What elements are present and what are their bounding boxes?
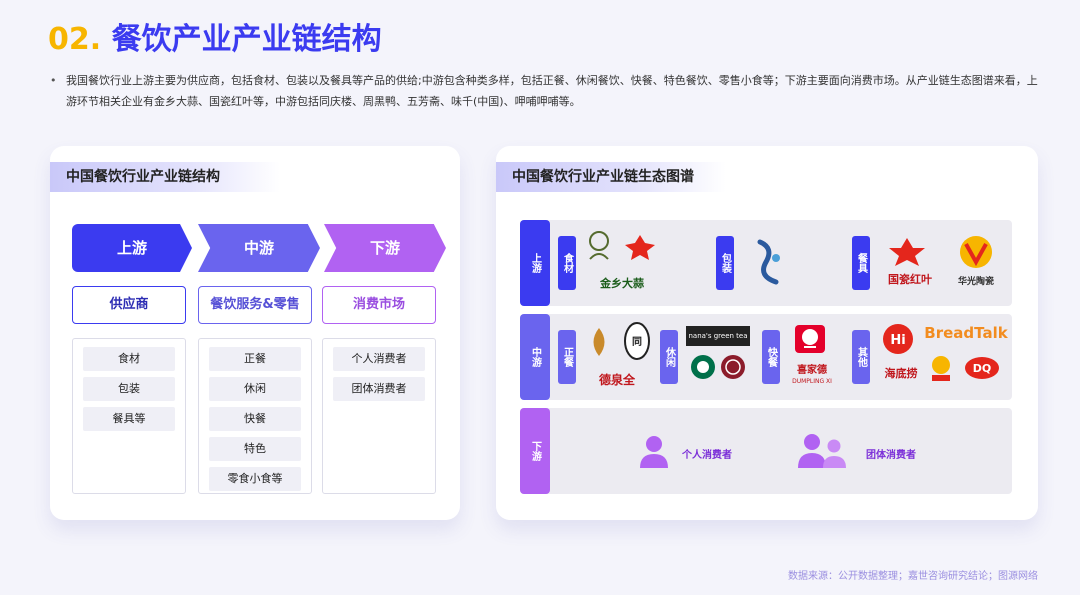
dadonghe-logo <box>582 322 616 362</box>
upstream-tag: 上游 <box>520 220 550 306</box>
costa-logo <box>720 354 746 380</box>
data-source: 数据来源：公开数据整理；嘉世咨询研究结论；图源网络 <box>788 571 1038 582</box>
midstream-row: 中游 正餐 同 德泉全 休闲 nana's green tea 快餐 喜家德 D… <box>520 314 1012 400</box>
xijiade-logo: 喜家德 <box>797 364 827 376</box>
category-consumer-market: 消费市场 <box>322 286 436 324</box>
deyangquan-logo: 德泉全 <box>598 372 635 387</box>
starbucks-logo <box>690 354 716 380</box>
individual-consumer-icon <box>640 436 668 468</box>
haidilao-icon: Hi <box>883 324 913 354</box>
list-item: 包装 <box>83 377 175 401</box>
wufangzhai-icon: 同 <box>624 322 650 360</box>
svg-text:Hi: Hi <box>890 333 905 348</box>
list-item: 个人消费者 <box>333 347 425 371</box>
starbucks-icon <box>691 355 715 379</box>
huaguang-icon <box>960 236 992 268</box>
guoci-leaf-icon <box>889 238 925 266</box>
individual-consumer-label: 个人消费者 <box>682 450 732 461</box>
list-item: 休闲 <box>209 377 301 401</box>
ecosystem-card: 中国餐饮行业产业链生态图谱 上游 食材 金乡大蒜 包装 餐具 国瓷红叶 华光陶瓷… <box>496 146 1038 520</box>
stage-midstream: 中游 <box>198 224 320 272</box>
nanas-logo: nana's green tea <box>686 326 750 346</box>
meishan-logo-icon <box>589 231 609 260</box>
ecosystem-title: 中国餐饮行业产业链生态图谱 <box>496 162 726 192</box>
group-consumer-label: 团体消费者 <box>866 450 916 461</box>
svg-text:同: 同 <box>632 336 642 348</box>
dadonghe-icon <box>593 328 605 356</box>
dq-icon: DQ <box>965 357 999 379</box>
kfc-logo <box>790 322 830 356</box>
midstream-tag: 中游 <box>520 314 550 400</box>
list-item: 餐具等 <box>83 407 175 431</box>
food-service-list: 正餐 休闲 快餐 特色 零食小食等 <box>198 338 312 494</box>
list-item: 快餐 <box>209 407 301 431</box>
guoci-logo-text: 国瓷红叶 <box>888 273 932 286</box>
breadtalk-logo: BreadTalk <box>924 324 1008 342</box>
xijiade-logo-en: DUMPLING XI <box>792 377 832 385</box>
title-text: 餐饮产业产业链结构 <box>111 22 382 57</box>
group-formal-dining: 正餐 <box>558 330 576 384</box>
yangguo-logo <box>924 352 958 384</box>
huaguang-logo-mark <box>954 232 998 272</box>
wufangzhai-logo: 同 <box>620 320 654 364</box>
yangguo-icon <box>932 356 950 381</box>
list-item: 团体消费者 <box>333 377 425 401</box>
industry-chain-title: 中国餐饮行业产业链结构 <box>50 162 280 192</box>
title-number: 02. <box>48 22 102 57</box>
supplier-list: 食材 包装 餐具等 <box>72 338 186 494</box>
meishan-logo <box>582 228 616 266</box>
huaguang-logo-text: 华光陶瓷 <box>957 276 994 287</box>
stage-downstream: 下游 <box>324 224 446 272</box>
industry-chain-card: 中国餐饮行业产业链结构 上游 中游 下游 供应商 餐饮服务&零售 消费市场 食材… <box>50 146 460 520</box>
list-item: 正餐 <box>209 347 301 371</box>
jinxiang-logo: 金乡大蒜 <box>600 277 644 290</box>
guoci-logo-mark <box>880 234 934 270</box>
svg-text:DQ: DQ <box>973 362 991 375</box>
group-packaging: 包装 <box>716 236 734 290</box>
group-fast-food: 快餐 <box>762 330 780 384</box>
list-item: 零食小食等 <box>209 467 301 491</box>
intro-paragraph: 我国餐饮行业上游主要为供应商，包括食材、包装以及餐具等产品的供给;中游包含种类多… <box>50 70 1040 112</box>
haidilao-mark: Hi <box>880 322 916 356</box>
haidilao-text: 海底捞 <box>884 367 918 380</box>
hanlong-logo-icon <box>625 235 655 260</box>
packaging-logo <box>748 234 788 290</box>
group-other: 其他 <box>852 330 870 384</box>
category-food-service: 餐饮服务&零售 <box>198 286 312 324</box>
page-title: 02. 餐饮产业产业链结构 <box>48 14 382 58</box>
downstream-tag: 下游 <box>520 408 550 494</box>
group-ingredients: 食材 <box>558 236 576 290</box>
list-item: 食材 <box>83 347 175 371</box>
group-leisure: 休闲 <box>660 330 678 384</box>
downstream-row: 下游 个人消费者 团体消费者 <box>520 408 1012 494</box>
consumer-list: 个人消费者 团体消费者 <box>322 338 436 494</box>
group-tableware: 餐具 <box>852 236 870 290</box>
hanlong-logo <box>620 228 660 266</box>
kfc-icon <box>795 325 825 353</box>
upstream-row: 上游 食材 金乡大蒜 包装 餐具 国瓷红叶 华光陶瓷 <box>520 220 1012 306</box>
category-supplier: 供应商 <box>72 286 186 324</box>
stage-upstream: 上游 <box>72 224 192 272</box>
packaging-logo-icon <box>757 239 780 285</box>
dq-logo: DQ <box>964 356 1000 380</box>
costa-icon <box>721 355 745 379</box>
group-consumer-icon <box>798 434 846 468</box>
list-item: 特色 <box>209 437 301 461</box>
